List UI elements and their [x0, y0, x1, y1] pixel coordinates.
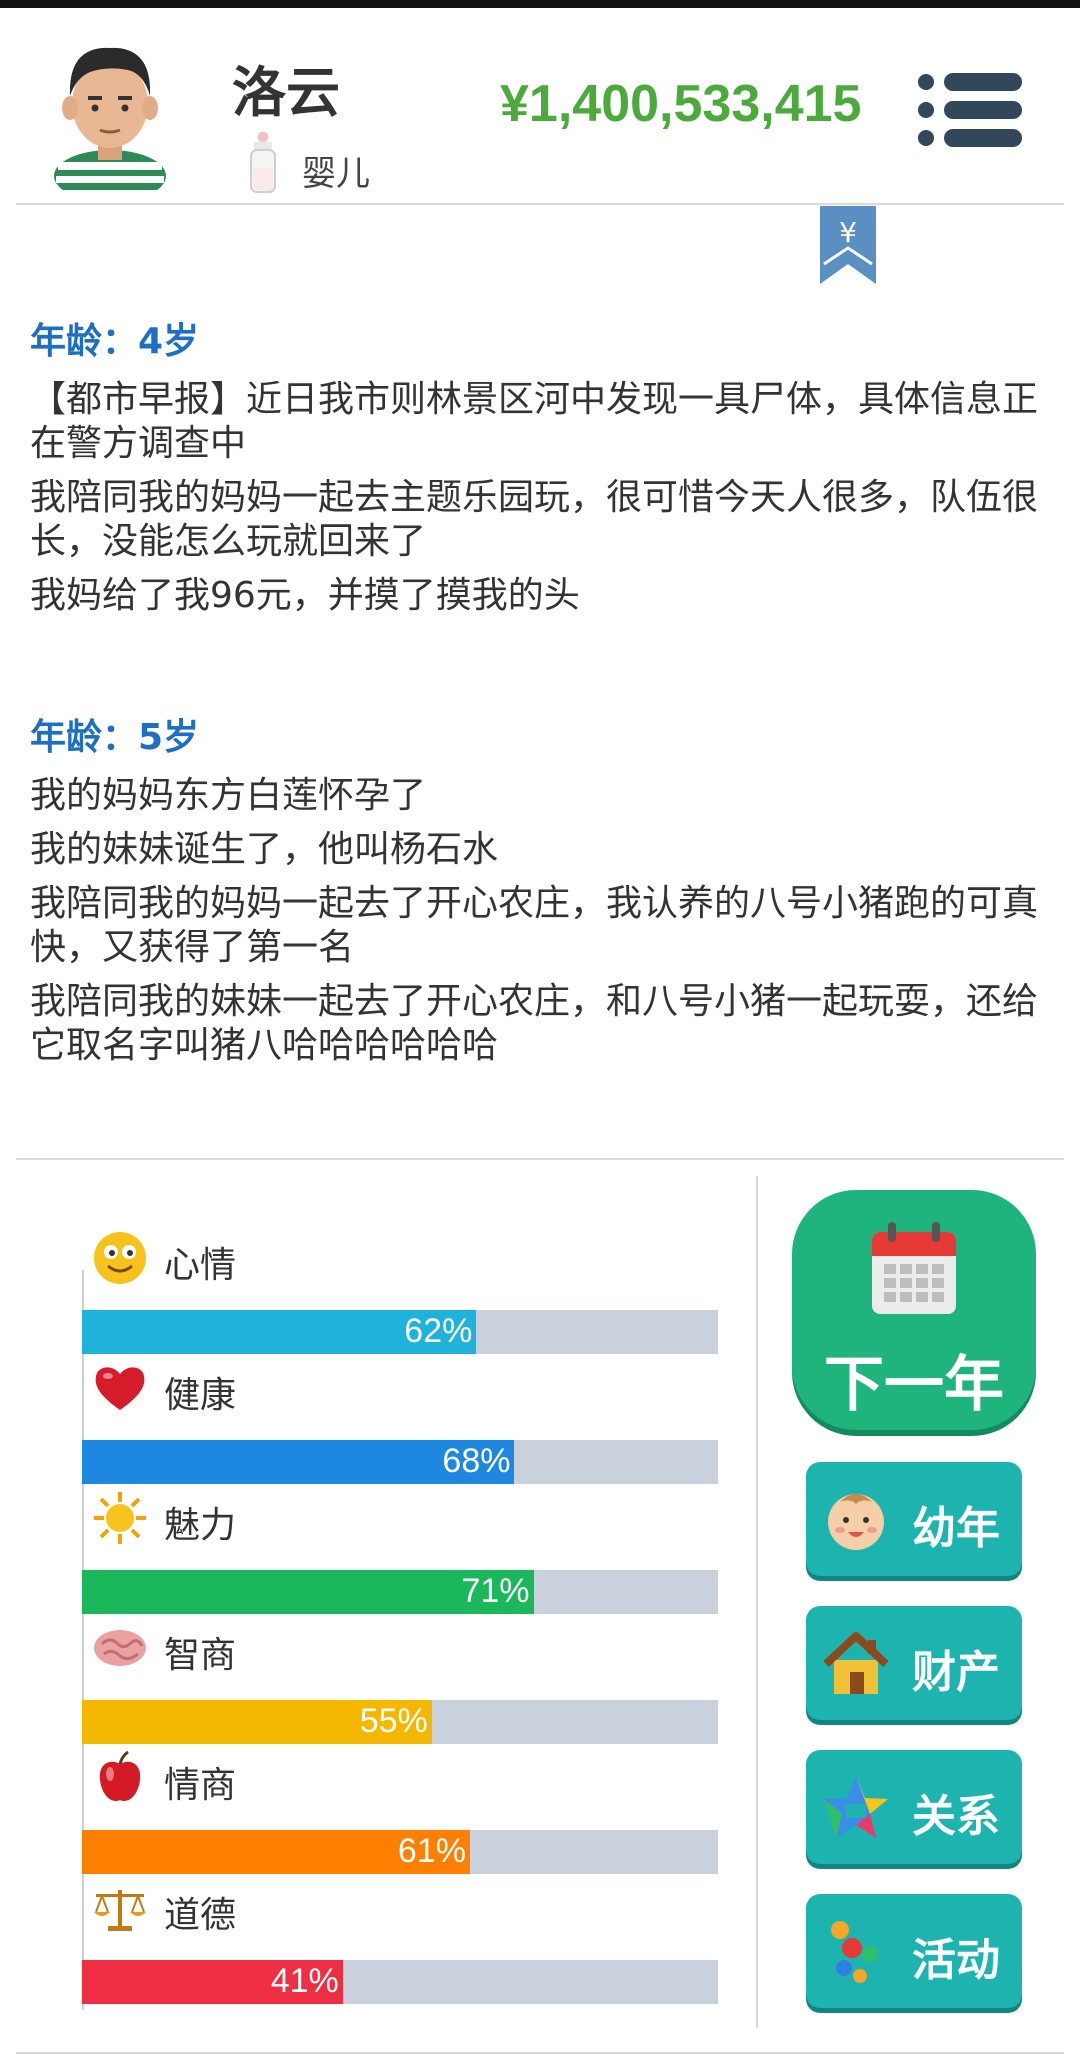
log-event: 我陪同我的妈妈一起去主题乐园玩，很可惜今天人很多，队伍很长，没能怎么玩就回来了	[30, 477, 1039, 562]
stat-morality: 道德 41%	[82, 1880, 718, 2004]
stat-bar: 55%	[82, 1700, 718, 1744]
stat-percent: 55%	[359, 1702, 428, 1740]
log-event: 我的妈妈东方白莲怀孕了	[30, 775, 427, 816]
age-heading: 年龄：5岁	[30, 717, 200, 758]
life-stage: 婴儿	[302, 154, 370, 194]
panel-divider	[756, 1176, 758, 2028]
baby-face-icon	[828, 1494, 884, 1550]
year-block: 年龄：5岁 我的妈妈东方白莲怀孕了 我的妹妹诞生了，他叫杨石水 我陪同我的妈妈一…	[30, 714, 1040, 1068]
stat-bar: 61%	[82, 1830, 718, 1874]
stat-percent: 68%	[442, 1442, 511, 1480]
relations-button[interactable]: 关系	[806, 1750, 1022, 1864]
stat-bar-fill: 41%	[82, 1960, 343, 2004]
year-block: 年龄：4岁 【都市早报】近日我市则林景区河中发现一具尸体，具体信息正在警方调查中…	[30, 318, 1040, 618]
stat-charm: 魅力 71%	[82, 1490, 718, 1614]
bottom-divider	[16, 2052, 1064, 2054]
apple-icon	[99, 1750, 141, 1802]
scales-icon	[94, 1890, 146, 1931]
activities-icon	[831, 1921, 878, 1983]
stat-bar: 68%	[82, 1440, 718, 1484]
activities-label: 活动	[912, 1935, 1000, 1986]
stat-bar: 71%	[82, 1570, 718, 1614]
money-balance: ¥1,400,533,415	[500, 75, 862, 133]
log-event: 我的妹妹诞生了，他叫杨石水	[30, 829, 499, 870]
bookmark-symbol: ¥	[839, 216, 857, 249]
stat-bar: 62%	[82, 1310, 718, 1354]
childhood-label: 幼年	[912, 1503, 1000, 1554]
childhood-button[interactable]: 幼年	[806, 1462, 1022, 1576]
header-divider	[16, 203, 1064, 205]
activities-button[interactable]: 活动	[806, 1894, 1022, 2008]
bookmark-icon: ¥	[820, 206, 876, 284]
house-icon	[823, 1632, 889, 1694]
stat-bar-fill: 71%	[82, 1570, 534, 1614]
age-heading: 年龄：4岁	[30, 321, 200, 362]
smiley-icon	[94, 1232, 146, 1284]
player-name: 洛云	[232, 61, 340, 124]
sun-icon	[94, 1492, 146, 1544]
calendar-icon	[872, 1222, 956, 1314]
baby-bottle-icon	[250, 132, 276, 193]
property-label: 财产	[912, 1647, 1000, 1698]
stat-label: 智商	[164, 1635, 237, 1676]
stat-eq: 情商 61%	[82, 1750, 718, 1874]
stat-bar-fill: 55%	[82, 1700, 432, 1744]
stats-panel: 心情 62% 健康 68% 魅力 71% 智商 55% 情商 61% 道德 41…	[82, 1210, 718, 2010]
next-year-label: 下一年	[824, 1350, 1004, 1420]
stat-percent: 61%	[397, 1832, 466, 1870]
stat-bar-fill: 62%	[82, 1310, 477, 1354]
avatar[interactable]	[48, 26, 172, 190]
menu-icon[interactable]	[918, 70, 1024, 150]
stat-label: 魅力	[164, 1505, 237, 1546]
stat-bar: 41%	[82, 1960, 718, 2004]
log-event: 我陪同我的妹妹一起去了开心农庄，和八号小猪一起玩耍，还给它取名字叫猪八哈哈哈哈哈…	[30, 981, 1039, 1066]
log-event: 【都市早报】近日我市则林景区河中发现一具尸体，具体信息正在警方调查中	[30, 379, 1039, 464]
stat-percent: 41%	[270, 1962, 339, 2000]
stat-percent: 71%	[461, 1572, 530, 1610]
stat-percent: 62%	[404, 1312, 473, 1350]
stat-label: 健康	[164, 1375, 237, 1416]
header: 洛云 婴儿 ¥1,400,533,415	[0, 8, 1080, 204]
stat-mood: 心情 62%	[82, 1230, 718, 1354]
brain-icon	[94, 1630, 146, 1666]
stat-health: 健康 68%	[82, 1360, 718, 1484]
stat-label: 道德	[164, 1895, 237, 1936]
log-event: 我陪同我的妈妈一起去了开心农庄，我认养的八号小猪跑的可真快，又获得了第一名	[30, 883, 1039, 968]
relations-label: 关系	[912, 1791, 1000, 1842]
stat-iq: 智商 55%	[82, 1620, 718, 1744]
stat-bar-fill: 61%	[82, 1830, 470, 1874]
next-year-button[interactable]: 下一年	[792, 1190, 1036, 1430]
money-bookmark[interactable]: ¥	[820, 206, 876, 284]
status-bar	[0, 0, 1080, 8]
stat-bar-fill: 68%	[82, 1440, 515, 1484]
heart-icon	[95, 1367, 145, 1410]
life-log: 年龄：4岁 【都市早报】近日我市则林景区河中发现一具尸体，具体信息正在警方调查中…	[30, 318, 1040, 1164]
stat-label: 心情	[164, 1245, 237, 1286]
property-button[interactable]: 财产	[806, 1606, 1022, 1720]
star-icon	[824, 1776, 888, 1838]
stats-divider	[16, 1158, 1064, 1160]
stat-label: 情商	[164, 1765, 237, 1806]
log-event: 我妈给了我96元，并摸了摸我的头	[30, 575, 580, 616]
